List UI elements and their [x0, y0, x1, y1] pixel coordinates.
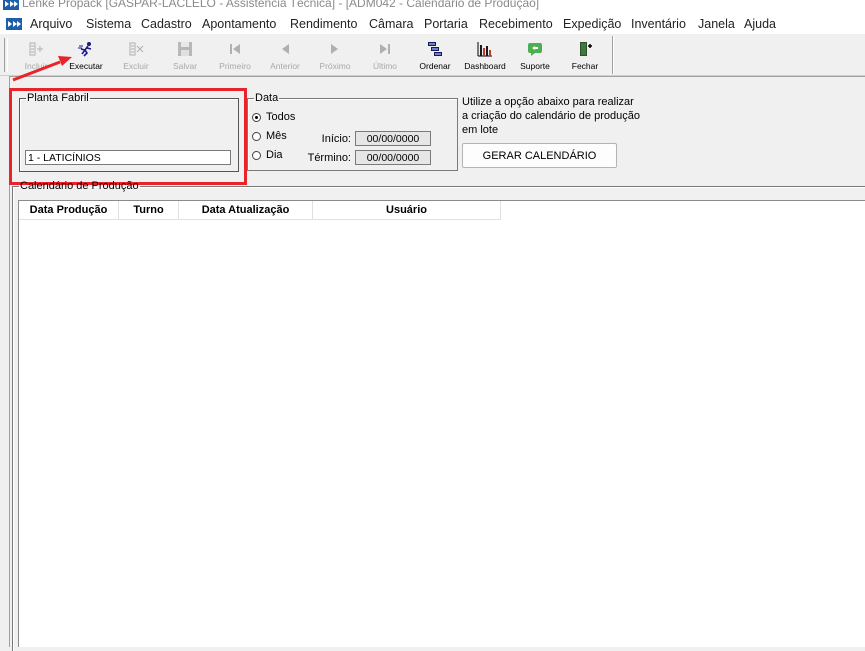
menu-camara[interactable]: Câmara — [369, 17, 413, 31]
menu-arquivo[interactable]: Arquivo — [30, 17, 72, 31]
termino-date-field[interactable]: 00/00/0000 — [355, 150, 431, 165]
menu-recebimento[interactable]: Recebimento — [479, 17, 553, 31]
app-logo-icon — [3, 0, 19, 10]
previous-icon — [282, 44, 289, 54]
menu-expedicao[interactable]: Expedição — [563, 17, 621, 31]
anterior-button[interactable]: Anterior — [259, 36, 311, 74]
suporte-label: Suporte — [520, 61, 550, 71]
close-door-icon — [580, 42, 592, 56]
menu-cadastro[interactable]: Cadastro — [141, 17, 192, 31]
menu-inventario[interactable]: Inventário — [631, 17, 686, 31]
primeiro-button[interactable]: Primeiro — [209, 36, 261, 74]
gerar-calendario-button[interactable]: GERAR CALENDÁRIO — [462, 143, 617, 168]
add-record-icon — [29, 42, 43, 56]
save-icon — [178, 42, 192, 56]
proximo-button[interactable]: Próximo — [309, 36, 361, 74]
salvar-label: Salvar — [172, 61, 198, 71]
dashboard-button[interactable]: Dashboard — [459, 36, 511, 74]
menu-portaria[interactable]: Portaria — [424, 17, 468, 31]
radio-dia-indicator — [252, 150, 261, 160]
calendario-producao-legend: Calendário de Produção — [20, 180, 139, 192]
column-header-turno[interactable]: Turno — [119, 201, 179, 220]
dashboard-label: Dashboard — [464, 61, 506, 71]
ultimo-label: Último — [372, 61, 398, 71]
toolbar-grip[interactable] — [4, 38, 8, 72]
column-header-data-atualizacao[interactable]: Data Atualização — [179, 201, 313, 220]
toolbar: Incluir Executar Excluir Salvar Primeiro… — [0, 34, 865, 76]
first-record-icon — [230, 44, 240, 54]
next-icon — [331, 44, 338, 54]
ordenar-button[interactable]: Ordenar — [409, 36, 461, 74]
incluir-button[interactable]: Incluir — [10, 36, 62, 74]
executar-label: Executar — [69, 61, 103, 71]
app-menu-icon[interactable] — [6, 16, 22, 32]
planta-fabril-field[interactable]: 1 - LATICÍNIOS — [25, 150, 231, 165]
menu-ajuda[interactable]: Ajuda — [744, 17, 776, 31]
fechar-button[interactable]: Fechar — [559, 36, 611, 74]
planta-fabril-legend: Planta Fabril — [27, 92, 89, 104]
calendario-grid[interactable]: Data Produção Turno Data Atualização Usu… — [18, 200, 865, 647]
primeiro-label: Primeiro — [219, 61, 251, 71]
column-header-usuario[interactable]: Usuário — [313, 201, 501, 220]
anterior-label: Anterior — [270, 61, 300, 71]
window-titlebar: Lenke Propack [GASPAR-LACLELO - Assistên… — [0, 0, 865, 14]
ordenar-label: Ordenar — [419, 61, 451, 71]
proximo-label: Próximo — [319, 61, 351, 71]
excluir-button[interactable]: Excluir — [110, 36, 162, 74]
inicio-date-field[interactable]: 00/00/0000 — [355, 131, 431, 146]
data-filter-legend: Data — [255, 92, 279, 104]
radio-mes-label: Mês — [266, 130, 287, 142]
termino-label: Término: — [307, 152, 351, 164]
menu-rendimento[interactable]: Rendimento — [290, 17, 357, 31]
radio-todos-label: Todos — [266, 111, 296, 123]
support-icon — [528, 43, 542, 56]
fechar-label: Fechar — [571, 61, 599, 71]
salvar-button[interactable]: Salvar — [159, 36, 211, 74]
inicio-label: Início: — [321, 133, 351, 145]
radio-mes[interactable]: Mês — [252, 130, 287, 142]
suporte-button[interactable]: Suporte — [509, 36, 561, 74]
excluir-label: Excluir — [123, 61, 149, 71]
dashboard-chart-icon — [477, 42, 492, 57]
hint-text: Utilize a opção abaixo para realizar a c… — [462, 96, 640, 136]
radio-dia-label: Dia — [266, 149, 283, 161]
menu-janela[interactable]: Janela — [698, 17, 735, 31]
radio-todos[interactable]: Todos — [252, 111, 295, 123]
menu-bar: Arquivo Sistema Cadastro Apontamento Ren… — [0, 14, 865, 34]
sort-icon — [428, 42, 442, 56]
column-header-data-producao[interactable]: Data Produção — [19, 201, 119, 220]
executar-button[interactable]: Executar — [60, 36, 112, 74]
last-record-icon — [380, 44, 390, 54]
delete-record-icon — [129, 42, 144, 56]
menu-sistema[interactable]: Sistema — [86, 17, 131, 31]
run-icon — [78, 42, 92, 57]
toolbar-separator — [612, 36, 614, 74]
radio-dia[interactable]: Dia — [252, 149, 283, 161]
ultimo-button[interactable]: Último — [359, 36, 411, 74]
window-title: Lenke Propack [GASPAR-LACLELO - Assistên… — [22, 0, 540, 10]
incluir-label: Incluir — [24, 61, 48, 71]
radio-todos-indicator — [252, 112, 261, 122]
menu-apontamento[interactable]: Apontamento — [202, 17, 276, 31]
radio-mes-indicator — [252, 131, 261, 141]
